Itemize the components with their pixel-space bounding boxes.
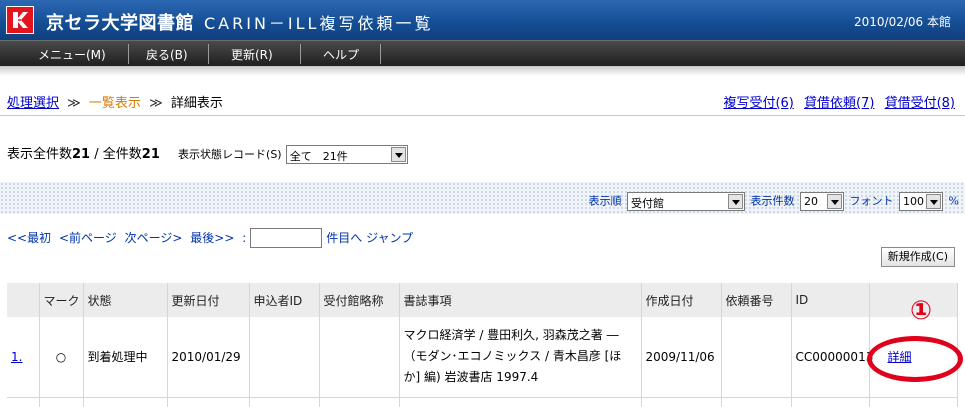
table-row-partial <box>7 397 958 407</box>
col-header-updated: 更新日付 <box>167 283 250 317</box>
chevron-down-icon[interactable] <box>926 194 942 209</box>
loan-request-link[interactable]: 貸借依頼(7) <box>804 96 874 111</box>
total-count-value: 21 <box>141 147 160 162</box>
request-table: マーク 状態 更新日付 申込者ID 受付館略称 書誌事項 作成日付 依頼番号 I… <box>7 283 958 407</box>
menu-separator <box>208 44 209 64</box>
prev-page-link[interactable]: <前ページ <box>59 231 117 245</box>
filler-cell <box>167 397 250 407</box>
pager: <<最初 <前ページ 次ページ> 最後>> : 件目へ ジャンプ <box>7 228 417 248</box>
filler-cell <box>399 397 642 407</box>
filler-cell <box>869 397 958 407</box>
filler-cell <box>641 397 722 407</box>
page-size-select[interactable]: 20 <box>800 192 845 211</box>
annotation-ring <box>867 336 963 382</box>
col-header-id: ID <box>791 283 870 317</box>
row-created: 2009/11/06 <box>641 317 722 398</box>
font-size-unit: % <box>948 194 959 208</box>
font-size-value: 100 <box>903 195 925 208</box>
shown-count-label: 表示全件数 <box>7 147 73 162</box>
col-header-mark: マーク <box>39 283 84 317</box>
status-record-label: 表示状態レコード(S) <box>178 148 282 161</box>
filler-cell <box>7 397 40 407</box>
sort-order-select[interactable]: 受付館 <box>627 192 746 211</box>
row-number-link[interactable]: 1. <box>11 350 22 364</box>
col-header-number <box>7 283 40 317</box>
breadcrumb-separator: ≫ <box>149 96 163 111</box>
chevron-down-icon[interactable] <box>390 147 406 162</box>
sort-order-label: 表示順 <box>588 194 622 208</box>
filler-cell <box>319 397 400 407</box>
breadcrumb-separator: ≫ <box>67 96 81 111</box>
first-page-link[interactable]: <<最初 <box>7 231 51 245</box>
copy-receive-link[interactable]: 複写受付(6) <box>723 96 793 111</box>
page-size-label: 表示件数 <box>750 194 795 208</box>
menu-shadow <box>0 66 965 76</box>
chevron-down-icon[interactable] <box>827 194 843 209</box>
filler-cell <box>721 397 792 407</box>
jump-input[interactable] <box>250 228 323 248</box>
col-header-created: 作成日付 <box>641 283 722 317</box>
breadcrumb-list-view[interactable]: 一覧表示 <box>89 96 141 111</box>
breadcrumb-process-select[interactable]: 処理選択 <box>7 96 59 111</box>
menu-separator <box>380 44 381 64</box>
row-id: CC00000013 <box>791 317 873 398</box>
col-header-bibliography: 書誌事項 <box>399 283 642 317</box>
total-count-label: 全件数 <box>102 147 142 162</box>
loan-receive-link[interactable]: 貸借受付(8) <box>885 96 955 111</box>
menu-separator <box>300 44 301 64</box>
kyocera-logo-icon <box>6 6 34 34</box>
col-header-request-no: 依頼番号 <box>721 283 792 317</box>
row-number-cell: 1. <box>7 317 40 398</box>
back-button[interactable]: 戻る(B) <box>146 46 188 63</box>
refresh-button[interactable]: 更新(R) <box>231 46 273 63</box>
pager-colon: : <box>242 230 247 245</box>
menu-separator <box>128 44 129 64</box>
filler-cell <box>791 397 870 407</box>
row-applicant-id <box>249 317 320 398</box>
font-size-select[interactable]: 100 <box>899 192 944 211</box>
row-bibliography: マクロ経済学 / 豊田利久, 羽森茂之著 ―（モダン･エコノミックス / 青木昌… <box>399 317 642 398</box>
col-header-status: 状態 <box>83 283 168 317</box>
filler-cell <box>249 397 320 407</box>
annotation-number: ① <box>909 296 932 326</box>
status-record-value: 全て 21件 <box>289 150 348 163</box>
new-create-button[interactable]: 新規作成(C) <box>880 247 955 267</box>
page-size-value: 20 <box>804 195 819 208</box>
record-counts: 表示全件数21 / 全件数21 表示状態レコード(S) 全て 21件 <box>7 143 408 164</box>
row-mark[interactable]: ○ <box>39 317 84 398</box>
breadcrumb: 処理選択 ≫ 一覧表示 ≫ 詳細表示 <box>7 92 223 111</box>
library-name: 京セラ大学図書館 <box>46 13 194 34</box>
help-button[interactable]: ヘルプ <box>323 46 359 63</box>
next-page-link[interactable]: 次ページ> <box>125 231 183 245</box>
row-receiving-library <box>319 317 400 398</box>
table-header-row: マーク 状態 更新日付 申込者ID 受付館略称 書誌事項 作成日付 依頼番号 I… <box>7 283 958 317</box>
row-status: 到着処理中 <box>83 317 168 398</box>
menu-bar: メニュー(M) 戻る(B) 更新(R) ヘルプ <box>0 40 965 66</box>
chevron-down-icon[interactable] <box>728 194 744 209</box>
screen-title: CARIN－ILL複写依頼一覧 <box>204 14 434 33</box>
filler-cell <box>39 397 84 407</box>
shown-count-value: 21 <box>72 147 91 162</box>
col-header-applicant-id: 申込者ID <box>249 283 320 317</box>
breadcrumb-detail-view: 詳細表示 <box>170 96 223 111</box>
filler-cell <box>83 397 168 407</box>
row-request-no <box>721 317 792 398</box>
app-title: 京セラ大学図書館 CARIN－ILL複写依頼一覧 <box>46 9 433 35</box>
last-page-link[interactable]: 最後>> <box>190 231 234 245</box>
top-links: 複写受付(6) 貸借依頼(7) 貸借受付(8) <box>717 92 955 111</box>
table-row: 1. ○ 到着処理中 2010/01/29 マクロ経済学 / 豊田利久, 羽森茂… <box>7 317 958 398</box>
sort-controls: 表示順 受付館 表示件数 20 フォント 100 % <box>589 192 959 211</box>
row-updated: 2010/01/29 <box>167 317 250 398</box>
col-header-receiving-library: 受付館略称 <box>319 283 400 317</box>
jump-link[interactable]: 件目へ ジャンプ <box>326 231 413 245</box>
title-bar: 京セラ大学図書館 CARIN－ILL複写依頼一覧 2010/02/06 本館 <box>0 0 965 40</box>
font-size-label: フォント <box>849 194 894 208</box>
divider <box>0 115 965 116</box>
header-date-location: 2010/02/06 本館 <box>854 15 951 29</box>
menu-button[interactable]: メニュー(M) <box>38 46 106 63</box>
sort-order-value: 受付館 <box>631 197 665 210</box>
status-record-select[interactable]: 全て 21件 <box>285 145 408 164</box>
count-slash: / <box>94 147 99 162</box>
